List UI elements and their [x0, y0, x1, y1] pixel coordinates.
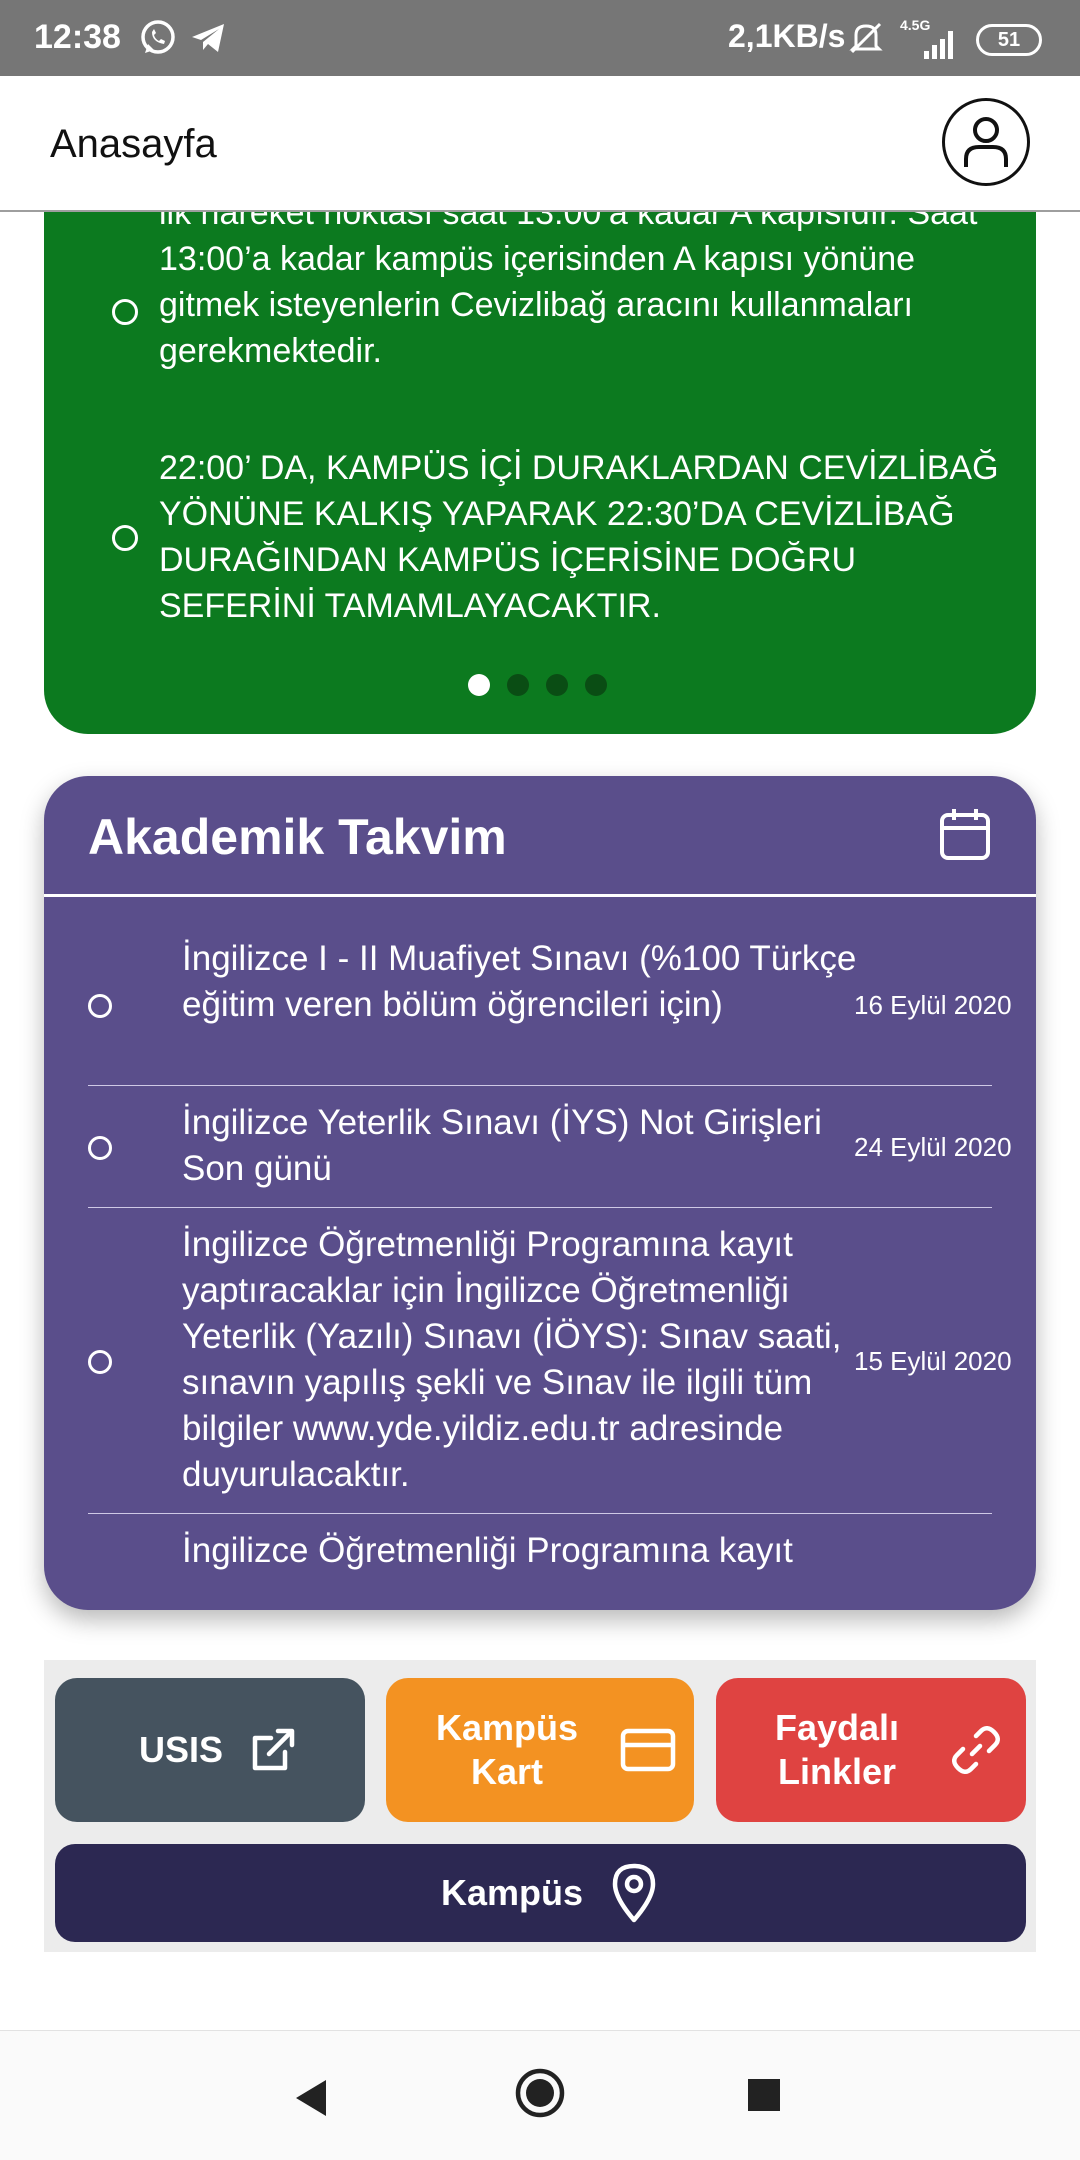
calendar-icon[interactable]	[938, 806, 992, 862]
kampus-kart-label-line2: Kart	[470, 1751, 544, 1792]
page-title: Anasayfa	[50, 122, 217, 166]
status-time: 12:38	[34, 18, 121, 56]
credit-card-icon	[620, 1728, 676, 1772]
person-icon	[964, 117, 1008, 167]
kampus-label: Kampüs	[441, 1872, 584, 1913]
calendar-item-date: 15 Eylül 2020	[854, 1346, 1012, 1376]
calendar-item-text: İngilizce Yeterlik Sınavı (İYS) Not Giri…	[182, 1103, 822, 1188]
usis-button[interactable]: USIS	[55, 1678, 365, 1822]
calendar-item-bullet	[88, 1136, 112, 1160]
faydali-linkler-label-line1: Faydalı	[774, 1707, 900, 1748]
calendar-item[interactable]: İngilizce Yeterlik Sınavı (İYS) Not Giri…	[88, 1086, 1012, 1208]
calendar-title: Akademik Takvim	[88, 809, 507, 865]
signal-icon	[924, 31, 953, 59]
faydali-linkler-label: Faydalı Linkler	[756, 1706, 918, 1794]
battery-indicator: 51	[976, 24, 1042, 56]
recents-icon[interactable]	[746, 2077, 782, 2113]
announcement-carousel[interactable]: 07:30' da ring seferine başlayan Kampüs …	[44, 150, 1036, 734]
kampus-button[interactable]: Kampüs	[55, 1844, 1026, 1942]
carousel-dot-1[interactable]	[468, 674, 490, 696]
calendar-divider	[44, 894, 1036, 897]
kampus-kart-button[interactable]: Kampüs Kart	[386, 1678, 694, 1822]
carousel-dots[interactable]	[468, 674, 607, 696]
calendar-item-bullet	[88, 994, 112, 1018]
home-icon[interactable]	[514, 2067, 566, 2119]
network-speed: 2,1KB/s	[728, 18, 846, 54]
back-icon[interactable]	[292, 2077, 332, 2119]
profile-button[interactable]	[942, 98, 1030, 186]
external-link-icon	[252, 1728, 295, 1771]
link-icon	[952, 1726, 1000, 1774]
calendar-item-text: İngilizce Öğretmenliği Programına kayıt …	[182, 1225, 842, 1494]
calendar-item[interactable]: İngilizce Öğretmenliği Programına kayıt …	[88, 1208, 1012, 1514]
calendar-item-date: 16 Eylül 2020	[854, 990, 1012, 1020]
system-nav-bar	[0, 2030, 1080, 2160]
calendar-item[interactable]: İngilizce I - II Muafiyet Sınavı (%100 T…	[88, 930, 1012, 1086]
whatsapp-icon	[141, 20, 175, 54]
kampus-kart-label: Kampüs Kart	[426, 1706, 588, 1794]
carousel-dot-2[interactable]	[507, 674, 529, 696]
calendar-item-text: İngilizce Öğretmenliği Programına kayıt	[182, 1531, 793, 1570]
announcement-bullet	[112, 299, 138, 325]
announcement-item: 22:00’ DA, KAMPÜS İÇİ DURAKLARDAN CEVİZL…	[159, 449, 999, 625]
carousel-dot-4[interactable]	[585, 674, 607, 696]
usis-label: USIS	[139, 1729, 224, 1770]
status-bar: 12:38 2,1KB/s 4.5G 51	[0, 0, 1080, 76]
calendar-item-bullet	[88, 1350, 112, 1374]
kampus-kart-label-line1: Kampüs	[435, 1707, 579, 1748]
calendar-item-text: İngilizce I - II Muafiyet Sınavı (%100 T…	[182, 939, 857, 1024]
mute-icon	[849, 22, 883, 54]
app-bar: Anasayfa	[0, 76, 1080, 212]
announcement-bullet	[112, 525, 138, 551]
carousel-dot-3[interactable]	[546, 674, 568, 696]
telegram-icon	[192, 24, 224, 52]
faydali-linkler-button[interactable]: Faydalı Linkler	[716, 1678, 1026, 1822]
academic-calendar-card: Akademik Takvim İngilizce I - II Muafiye…	[44, 776, 1036, 1610]
calendar-item[interactable]: İngilizce Öğretmenliği Programına kayıt	[88, 1514, 992, 1610]
location-pin-icon	[612, 1863, 656, 1923]
faydali-linkler-label-line2: Linkler	[777, 1751, 897, 1792]
calendar-item-date: 24 Eylül 2020	[854, 1132, 1012, 1162]
